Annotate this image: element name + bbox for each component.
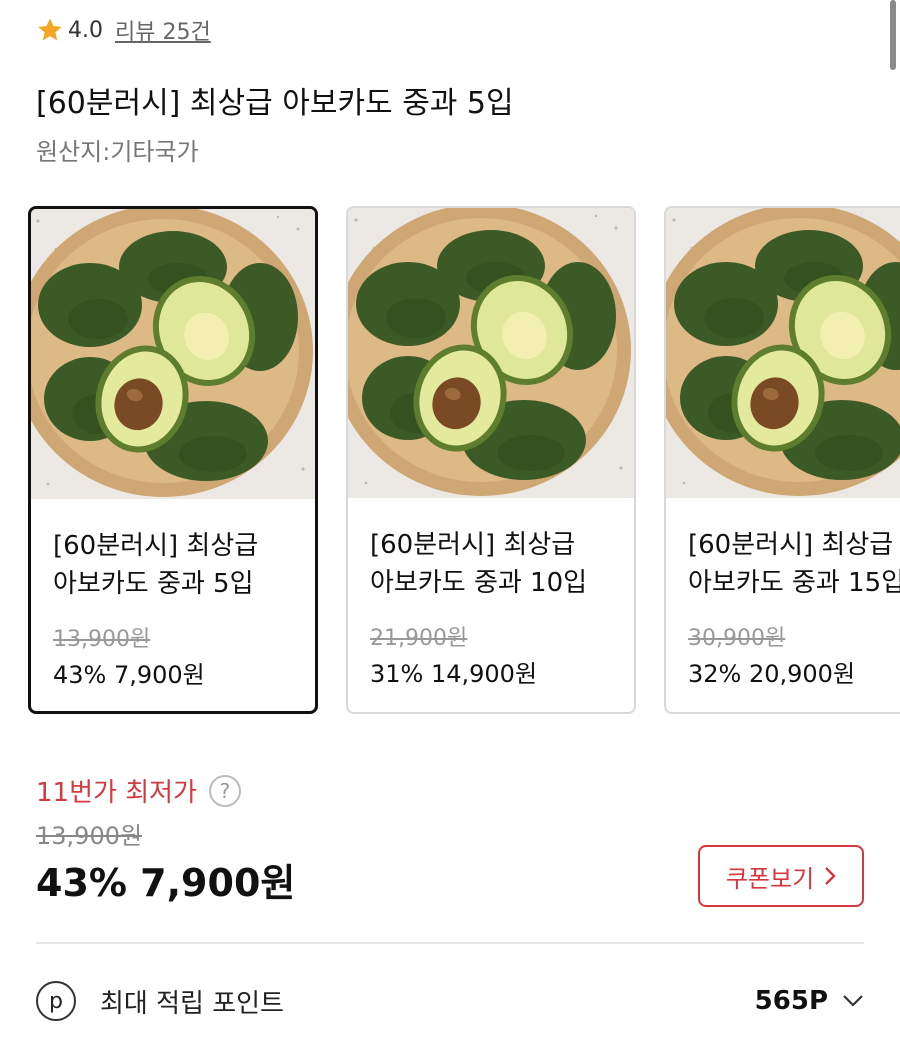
- option-carousel[interactable]: [60분러시] 최상급 아보카도 중과 5입 13,900원 43% 7,900…: [28, 206, 900, 720]
- option-name: [60분러시] 최상급 아보카도 중과 5입: [53, 531, 259, 599]
- option-card[interactable]: [60분러시] 최상급 아보카도 중과 15입 30,900원 32% 20,9…: [664, 206, 900, 714]
- product-title: [60분러시] 최상급 아보카도 중과 5입: [36, 86, 514, 121]
- product-photo: [31, 209, 315, 499]
- product-photo: [348, 208, 634, 498]
- option-card[interactable]: [60분러시] 최상급 아보카도 중과 10입 21,900원 31% 14,9…: [346, 206, 636, 714]
- chevron-down-icon[interactable]: [842, 994, 864, 1008]
- option-sale-price: 31% 14,900원: [370, 660, 538, 688]
- question-circle-icon[interactable]: ?: [208, 774, 241, 807]
- product-photo: [666, 208, 900, 498]
- option-sale-price: 32% 20,900원: [688, 660, 856, 688]
- original-price: 13,900원: [36, 822, 143, 850]
- lowest-price-label: 11번가 최저가: [36, 778, 197, 808]
- scrollbar[interactable]: [890, 0, 896, 70]
- review-count-link[interactable]: 리뷰 25건: [115, 14, 211, 46]
- origin-text: 원산지:기타국가: [36, 138, 199, 166]
- rating-row: 4.0 리뷰 25건: [36, 14, 211, 46]
- option-original-price: 21,900원: [370, 626, 468, 651]
- points-label: 최대 적립 포인트: [100, 988, 284, 1019]
- points-row[interactable]: p 최대 적립 포인트 565P: [36, 976, 864, 1026]
- option-original-price: 13,900원: [53, 627, 151, 652]
- point-badge-icon: p: [36, 981, 76, 1021]
- rating-value: 4.0: [68, 17, 103, 43]
- option-name: [60분러시] 최상급 아보카도 중과 15입: [688, 530, 900, 598]
- divider: [36, 942, 864, 944]
- coupon-button[interactable]: 쿠폰보기: [698, 845, 864, 907]
- option-sale-price: 43% 7,900원: [53, 661, 205, 689]
- option-card[interactable]: [60분러시] 최상급 아보카도 중과 5입 13,900원 43% 7,900…: [28, 206, 318, 714]
- chevron-right-icon: [825, 867, 836, 885]
- option-original-price: 30,900원: [688, 626, 786, 651]
- option-name: [60분러시] 최상급 아보카도 중과 10입: [370, 530, 588, 598]
- points-value: 565P: [754, 986, 828, 1016]
- coupon-button-label: 쿠폰보기: [725, 864, 815, 893]
- lowest-price-row: 11번가 최저가 ?: [36, 772, 241, 809]
- star-icon: [38, 18, 62, 41]
- final-price: 43% 7,900원: [36, 861, 296, 905]
